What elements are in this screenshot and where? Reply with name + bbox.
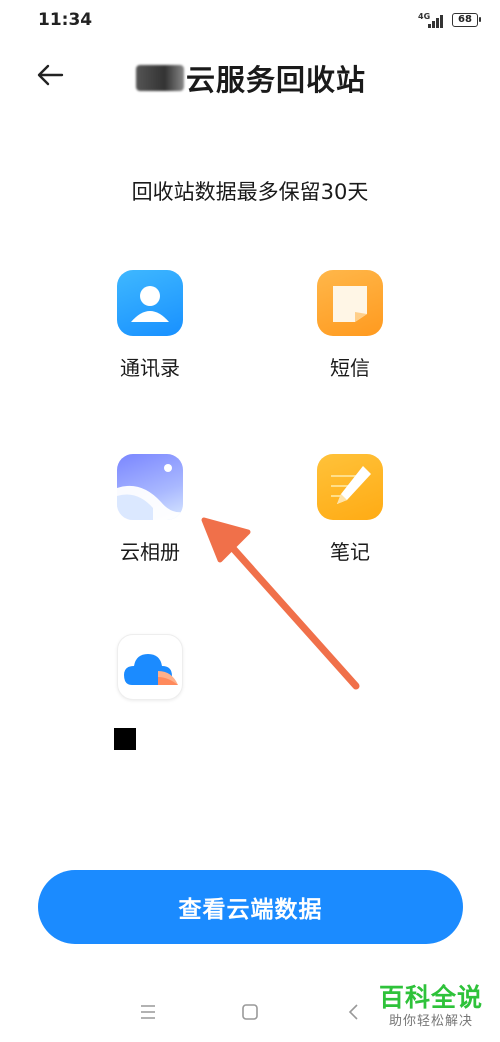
sms-icon	[317, 270, 383, 336]
status-bar: 11:34 4G 68	[0, 0, 500, 44]
app-tile-contacts[interactable]: 通讯录	[90, 270, 210, 381]
app-tile-notes[interactable]: 笔记	[290, 454, 410, 565]
nav-back-button[interactable]	[342, 1000, 366, 1024]
app-tile-cloud-drive[interactable]	[90, 634, 210, 716]
notes-icon	[317, 454, 383, 520]
back-chevron-icon	[348, 1004, 358, 1020]
watermark-main: 百科全说	[378, 983, 483, 1012]
app-tile-gallery[interactable]: 云相册	[90, 454, 210, 565]
battery-icon: 68	[452, 13, 481, 27]
header-title: 云服务回收站	[136, 58, 366, 98]
contacts-icon	[117, 270, 183, 336]
home-square-icon	[242, 1004, 258, 1020]
redacted-label	[114, 728, 136, 750]
watermark-sub: 助你轻松解决	[388, 1014, 473, 1029]
menu-button[interactable]	[136, 1000, 160, 1024]
app-label-sms: 短信	[330, 356, 370, 380]
menu-icon	[141, 1005, 155, 1019]
home-button[interactable]	[238, 1000, 262, 1024]
app-label-contacts: 通讯录	[120, 356, 180, 380]
app-label-gallery: 云相册	[120, 540, 180, 564]
gallery-icon	[117, 454, 183, 520]
status-time: 11:34	[38, 10, 93, 30]
page-title: 云服务回收站	[186, 63, 367, 97]
app-label-notes: 笔记	[330, 540, 370, 564]
watermark: 百科全说 助你轻松解决	[372, 982, 490, 1038]
app-tile-sms[interactable]: 短信	[290, 270, 410, 381]
back-arrow-icon	[37, 64, 64, 86]
view-cloud-data-button[interactable]: 查看云端数据	[38, 870, 463, 944]
back-button[interactable]	[34, 58, 68, 92]
redacted-brand	[136, 65, 184, 91]
retention-notice: 回收站数据最多保留30天	[131, 180, 369, 204]
battery-level: 68	[458, 14, 472, 25]
signal-icon	[426, 14, 446, 28]
cloud-drive-icon	[117, 634, 183, 700]
